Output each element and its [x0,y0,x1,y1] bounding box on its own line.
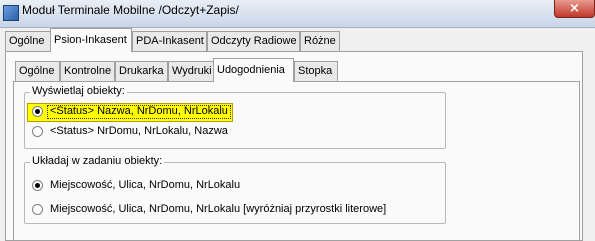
close-icon: × [569,1,580,16]
radio-button[interactable] [32,204,43,215]
display-option-number-first[interactable]: <Status> NrDomu, NrLokalu, Nazwa [32,124,232,140]
tab-odczyty-radiowe[interactable]: Odczyty Radiowe [207,31,300,51]
tab-rozne[interactable]: Różne [300,31,340,51]
order-option-standard[interactable]: Miejscowość, Ulica, NrDomu, NrLokalu [32,178,292,194]
radio-button[interactable] [32,126,43,137]
subtab-ogolne[interactable]: Ogólne [15,61,60,81]
title-bar: Moduł Terminale Mobilne /Odczyt+Zapis/ × [0,0,595,28]
subtab-wydruki[interactable]: Wydruki [168,61,215,81]
close-button[interactable]: × [554,0,595,18]
radio-button-checked[interactable] [32,106,43,117]
subtab-drukarka[interactable]: Drukarka [115,61,168,81]
order-group-legend: Układaj w zadaniu obiekty: [30,155,165,167]
subtab-udogodnienia[interactable]: Udogodnienia [213,58,294,82]
tab-pda-inkasent[interactable]: PDA-Inkasent [132,31,207,51]
display-option-name-first[interactable]: <Status> Nazwa, NrDomu, NrLokalu [32,104,232,120]
subtab-kontrolne[interactable]: Kontrolne [60,61,115,81]
app-window-icon [3,5,19,21]
subtab-stopka[interactable]: Stopka [294,61,338,81]
radio-button-checked[interactable] [32,180,43,191]
display-group-legend: Wyświetlaj obiekty: [30,85,127,97]
tab-ogolne[interactable]: Ogólne [5,31,52,51]
tab-psion-inkasent[interactable]: Psion-Inkasent [50,28,132,52]
window-title: Moduł Terminale Mobilne /Odczyt+Zapis/ [22,3,239,17]
order-option-suffix[interactable]: Miejscowość, Ulica, NrDomu, NrLokalu [wy… [32,202,432,218]
